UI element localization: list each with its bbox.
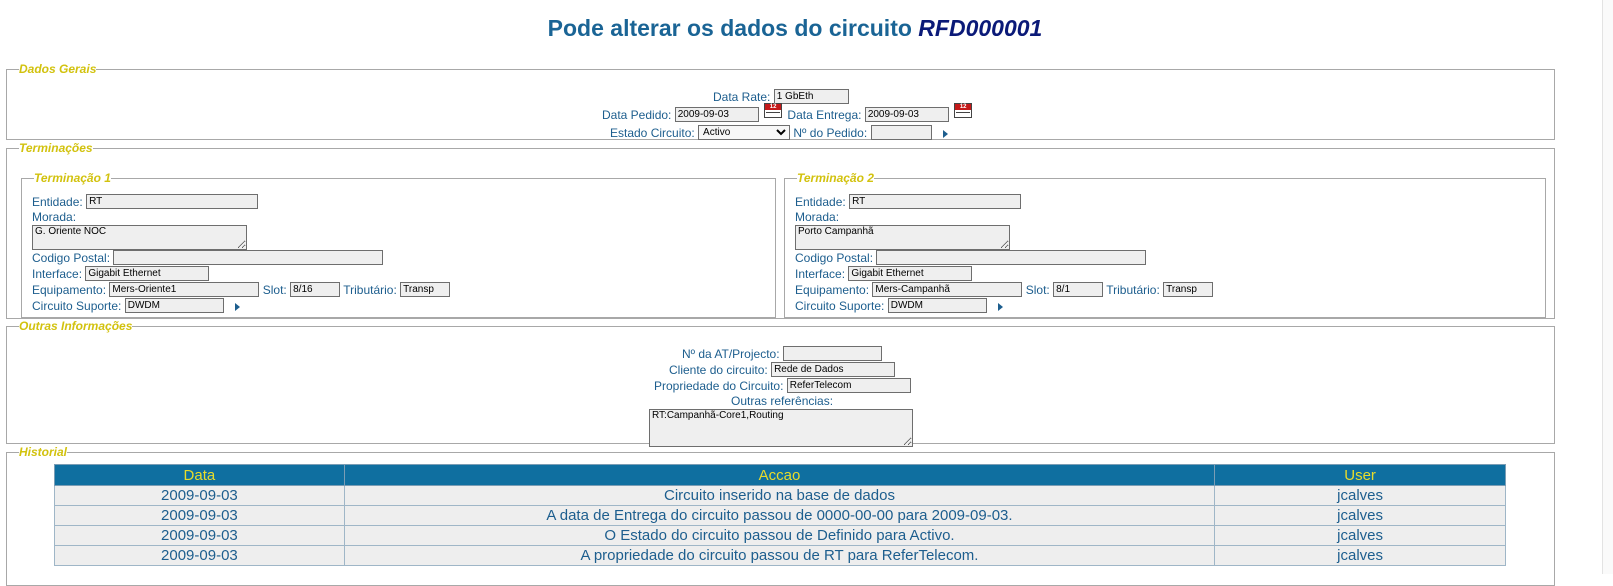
data-pedido-label: Data Pedido: <box>602 108 672 122</box>
data-entrega-label: Data Entrega: <box>787 108 862 122</box>
codigo-postal-label: Codigo Postal: <box>795 251 874 265</box>
cell-data: 2009-09-03 <box>54 545 345 566</box>
outras-informacoes-fieldset: Outras Informações Nº da AT/Projecto: Cl… <box>6 319 1555 447</box>
numero-pedido-label: Nº do Pedido: <box>793 126 868 140</box>
terminacao-2-fieldset: Terminação 2 Entidade: Morada: Porto Cam… <box>784 172 1546 318</box>
codigo-postal-input[interactable] <box>113 250 384 266</box>
slot-input[interactable] <box>290 282 341 298</box>
cell-user: jcalves <box>1214 545 1506 566</box>
circuito-suporte-input[interactable] <box>124 298 224 314</box>
submit-arrow-icon[interactable] <box>942 129 948 138</box>
outras-referencias-textarea[interactable]: RT:Campanhã-Core1,Routing <box>649 409 913 447</box>
cell-user: jcalves <box>1214 485 1506 506</box>
slot-input[interactable] <box>1053 282 1104 298</box>
go-arrow-icon[interactable] <box>235 302 241 311</box>
cliente-input[interactable] <box>771 362 896 378</box>
slot-label: Slot: <box>1025 283 1050 297</box>
column-header-data: Data <box>54 464 345 486</box>
vertical-scrollbar[interactable] <box>1602 0 1613 574</box>
entidade-input[interactable] <box>849 194 1022 210</box>
data-rate-label: Data Rate: <box>713 90 771 104</box>
cell-data: 2009-09-03 <box>54 525 345 546</box>
circuito-suporte-label: Circuito Suporte: <box>32 299 122 313</box>
table-header-row: Data Accao User <box>54 464 1506 486</box>
cell-accao: A data de Entrega do circuito passou de … <box>343 505 1216 526</box>
estado-circuito-select[interactable]: Activo <box>698 125 791 141</box>
morada-textarea[interactable]: G. Oriente NOC <box>32 225 247 250</box>
propriedade-input[interactable] <box>786 378 911 394</box>
page-title-text: Pode alterar os dados do circuito <box>547 15 912 41</box>
propriedade-label: Propriedade do Circuito: <box>654 379 784 393</box>
slot-label: Slot: <box>262 283 287 297</box>
table-row: 2009-09-03 A propriedade do circuito pas… <box>54 545 1506 566</box>
terminacao-2-legend: Terminação 2 <box>797 171 874 185</box>
equipamento-label: Equipamento: <box>32 283 107 297</box>
numero-pedido-input[interactable] <box>870 125 932 141</box>
cell-data: 2009-09-03 <box>54 485 345 506</box>
interface-input[interactable] <box>85 266 210 282</box>
dados-gerais-legend: Dados Gerais <box>19 62 97 76</box>
entidade-input[interactable] <box>86 194 259 210</box>
morada-textarea[interactable]: Porto Campanhã <box>795 225 1010 250</box>
terminacoes-fieldset: Terminações Terminação 1 Entidade: Morad… <box>6 142 1555 319</box>
column-header-user: User <box>1214 464 1506 486</box>
calendar-icon[interactable]: 12 <box>954 103 973 118</box>
outras-referencias-label: Outras referências: <box>731 394 834 408</box>
morada-label: Morada: <box>32 210 77 224</box>
codigo-postal-input[interactable] <box>876 250 1147 266</box>
terminacao-1-fieldset: Terminação 1 Entidade: Morada: G. Orient… <box>21 172 776 318</box>
table-row: 2009-09-03 Circuito inserido na base de … <box>54 485 1506 506</box>
tributario-label: Tributário: <box>1106 283 1160 297</box>
at-projecto-label: Nº da AT/Projecto: <box>682 347 780 361</box>
historial-legend: Historial <box>19 445 68 459</box>
data-entrega-input[interactable] <box>864 107 949 123</box>
interface-label: Interface: <box>32 267 83 281</box>
at-projecto-input[interactable] <box>782 346 882 362</box>
cell-accao: A propriedade do circuito passou de RT p… <box>343 545 1216 566</box>
estado-circuito-label: Estado Circuito: <box>610 126 695 140</box>
morada-label: Morada: <box>795 210 840 224</box>
equipamento-label: Equipamento: <box>795 283 870 297</box>
data-pedido-input[interactable] <box>674 107 759 123</box>
table-row: 2009-09-03 O Estado do circuito passou d… <box>54 525 1506 546</box>
page-title: Pode alterar os dados do circuito RFD000… <box>0 15 1590 42</box>
entidade-label: Entidade: <box>32 195 83 209</box>
circuito-suporte-label: Circuito Suporte: <box>795 299 885 313</box>
calendar-icon[interactable]: 12 <box>764 103 783 118</box>
cell-data: 2009-09-03 <box>54 505 345 526</box>
terminacao-1-legend: Terminação 1 <box>34 171 111 185</box>
cell-user: jcalves <box>1214 525 1506 546</box>
historial-table: Data Accao User 2009-09-03 Circuito inse… <box>54 464 1506 566</box>
dados-gerais-fieldset: Dados Gerais Data Rate: Data Pedido: 12 … <box>6 62 1555 141</box>
cliente-label: Cliente do circuito: <box>669 363 768 377</box>
entidade-label: Entidade: <box>795 195 846 209</box>
circuit-code: RFD000001 <box>918 15 1043 41</box>
data-rate-input[interactable] <box>773 89 849 105</box>
interface-input[interactable] <box>848 266 973 282</box>
outras-informacoes-legend: Outras Informações <box>19 319 133 333</box>
tributario-label: Tributário: <box>343 283 397 297</box>
cell-accao: O Estado do circuito passou de Definido … <box>343 525 1216 546</box>
cell-user: jcalves <box>1214 505 1506 526</box>
equipamento-input[interactable] <box>872 282 1023 298</box>
column-header-accao: Accao <box>343 464 1216 486</box>
table-row: 2009-09-03 A data de Entrega do circuito… <box>54 505 1506 526</box>
equipamento-input[interactable] <box>109 282 260 298</box>
codigo-postal-label: Codigo Postal: <box>32 251 111 265</box>
terminacoes-legend: Terminações <box>19 141 93 155</box>
cell-accao: Circuito inserido na base de dados <box>343 485 1216 506</box>
tributario-input[interactable] <box>400 282 451 298</box>
go-arrow-icon[interactable] <box>998 302 1004 311</box>
interface-label: Interface: <box>795 267 846 281</box>
circuito-suporte-input[interactable] <box>887 298 987 314</box>
tributario-input[interactable] <box>1163 282 1214 298</box>
